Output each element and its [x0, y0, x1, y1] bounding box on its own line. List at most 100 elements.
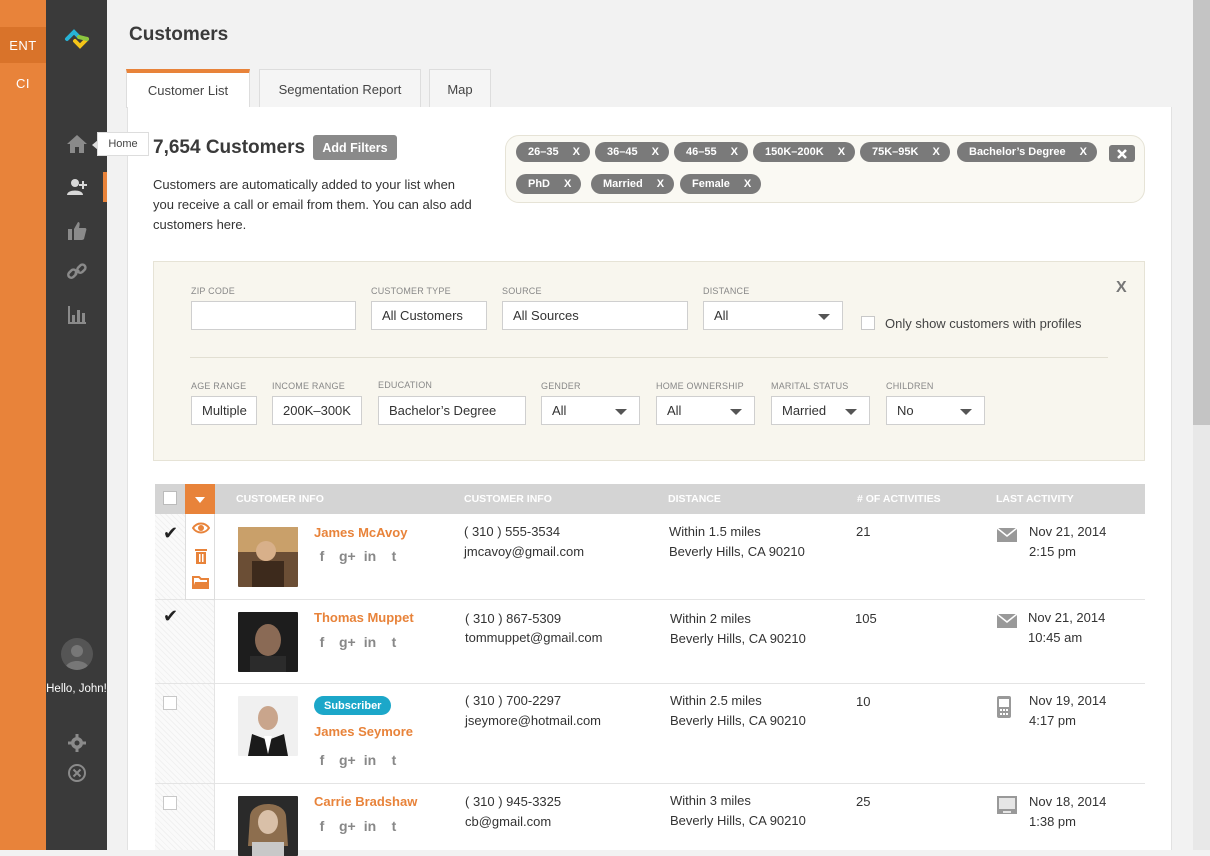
zip-code-label: ZIP CODE — [191, 286, 235, 296]
table-row[interactable]: Carrie Bradshaw f g+ in t ( 310 ) 945-3325 … — [155, 784, 1145, 856]
age-range-select[interactable]: Multiple — [191, 396, 257, 425]
filter-chip[interactable]: Female X — [680, 174, 762, 194]
customers-icon[interactable] — [65, 176, 89, 198]
google-plus-icon[interactable]: g+ — [339, 752, 356, 768]
home-ownership-label: HOME OWNERSHIP — [656, 381, 744, 391]
twitter-icon[interactable]: t — [387, 634, 401, 650]
table-row[interactable]: Subscriber James Seymore f g+ in t ( 310 ) … — [155, 684, 1145, 784]
tab-segmentation-report[interactable]: Segmentation Report — [259, 69, 421, 108]
income-range-select[interactable]: 200K–300K — [272, 396, 362, 425]
tab-map[interactable]: Map — [429, 69, 491, 108]
facebook-icon[interactable]: f — [315, 548, 329, 564]
facebook-icon[interactable]: f — [315, 752, 329, 768]
filter-chip[interactable]: PhD X — [516, 174, 582, 194]
linkedin-icon[interactable]: in — [363, 548, 377, 564]
twitter-icon[interactable]: t — [387, 818, 401, 834]
customer-email[interactable]: cb@gmail.com — [465, 812, 551, 832]
checkmark-icon[interactable]: ✔ — [163, 523, 178, 544]
chip-remove-icon[interactable]: X — [652, 146, 659, 158]
filter-panel: X ZIP CODE CUSTOMER TYPE All Customers S… — [153, 261, 1145, 461]
twitter-icon[interactable]: t — [387, 752, 401, 768]
google-plus-icon[interactable]: g+ — [339, 818, 356, 834]
chip-remove-icon[interactable]: X — [838, 146, 845, 158]
customer-email[interactable]: jmcavoy@gmail.com — [464, 542, 584, 562]
close-filters-button[interactable]: X — [1116, 279, 1127, 297]
column-header[interactable]: CUSTOMER INFO — [464, 493, 552, 505]
filter-chip[interactable]: Married X — [591, 174, 675, 194]
close-circle-icon[interactable] — [65, 762, 89, 784]
children-select[interactable]: No — [886, 396, 985, 425]
add-filters-button[interactable]: Add Filters — [313, 135, 397, 160]
customer-phone: ( 310 ) 555-3534 — [464, 524, 561, 539]
twitter-icon[interactable]: t — [387, 548, 401, 564]
filter-chip[interactable]: 75K–95K X — [860, 142, 950, 162]
customer-type-select[interactable]: All Customers — [371, 301, 487, 330]
rail-item-ci[interactable]: CI — [0, 65, 46, 101]
table-row[interactable]: ✔ Thomas Muppet f g+ in t ( 310 ) 867-5309 … — [155, 600, 1145, 684]
tab-customer-list[interactable]: Customer List — [126, 69, 250, 108]
gender-select[interactable]: All — [541, 396, 640, 425]
facebook-icon[interactable]: f — [315, 634, 329, 650]
logo-icon — [65, 29, 89, 49]
select-all-checkbox[interactable] — [163, 491, 177, 505]
customer-name-link[interactable]: James Seymore — [314, 724, 413, 739]
chip-remove-icon[interactable]: X — [564, 178, 571, 190]
customer-name-link[interactable]: Carrie Bradshaw — [314, 794, 417, 809]
linkedin-icon[interactable]: in — [363, 818, 377, 834]
social-links: f g+ in t — [315, 818, 401, 834]
gear-icon[interactable] — [65, 732, 89, 754]
customer-email[interactable]: jseymore@hotmail.com — [465, 711, 601, 731]
education-select[interactable]: Bachelor’s Degree — [378, 396, 526, 425]
chip-remove-icon[interactable]: X — [573, 146, 580, 158]
marital-status-select[interactable]: Married — [771, 396, 870, 425]
home-ownership-select[interactable]: All — [656, 396, 755, 425]
clear-all-filters-button[interactable] — [1109, 145, 1135, 162]
row-checkbox[interactable] — [163, 796, 177, 810]
rail-item-ent[interactable]: ENT — [0, 27, 46, 63]
chip-remove-icon[interactable]: X — [657, 178, 664, 190]
checkmark-icon[interactable]: ✔ — [163, 606, 178, 627]
linkedin-icon[interactable]: in — [363, 634, 377, 650]
gender-value: All — [552, 403, 567, 418]
google-plus-icon[interactable]: g+ — [339, 548, 356, 564]
google-plus-icon[interactable]: g+ — [339, 634, 356, 650]
chip-remove-icon[interactable]: X — [932, 146, 939, 158]
bulk-actions-dropdown[interactable] — [185, 484, 215, 514]
folder-icon[interactable] — [192, 574, 210, 590]
filter-chip[interactable]: 150K–200K X — [753, 142, 856, 162]
row-checkbox[interactable] — [163, 696, 177, 710]
home-icon[interactable] — [65, 133, 89, 155]
greeting-text: Hello, John! — [46, 683, 107, 695]
customer-email[interactable]: tommuppet@gmail.com — [465, 628, 602, 648]
source-select[interactable]: All Sources — [502, 301, 688, 330]
chip-remove-icon[interactable]: X — [744, 178, 751, 190]
filter-chip[interactable]: Bachelor’s Degree X — [957, 142, 1097, 162]
filter-chip[interactable]: 26–35 X — [516, 142, 590, 162]
zip-code-input[interactable] — [191, 301, 356, 330]
row-actions-menu — [185, 514, 215, 600]
link-icon[interactable] — [65, 261, 89, 283]
bar-chart-icon[interactable] — [65, 304, 89, 326]
scrollbar-thumb[interactable] — [1193, 0, 1210, 425]
distance-select[interactable]: All — [703, 301, 843, 330]
linkedin-icon[interactable]: in — [363, 752, 377, 768]
column-header[interactable]: LAST ACTIVITY — [996, 493, 1074, 505]
facebook-icon[interactable]: f — [315, 818, 329, 834]
chip-remove-icon[interactable]: X — [1080, 146, 1087, 158]
page-scrollbar[interactable] — [1193, 0, 1210, 850]
user-avatar[interactable] — [61, 638, 93, 670]
chip-remove-icon[interactable]: X — [731, 146, 738, 158]
column-header[interactable]: # OF ACTIVITIES — [857, 493, 941, 505]
eye-icon[interactable] — [192, 520, 210, 536]
column-header[interactable]: CUSTOMER INFO — [236, 493, 324, 505]
filter-chip[interactable]: 46–55 X — [674, 142, 748, 162]
customer-name-link[interactable]: Thomas Muppet — [314, 610, 414, 625]
web-icon — [997, 796, 1017, 814]
column-header[interactable]: DISTANCE — [668, 493, 721, 505]
thumbs-up-icon[interactable] — [65, 220, 89, 242]
customer-name-link[interactable]: James McAvoy — [314, 525, 407, 540]
filter-chip[interactable]: 36–45 X — [595, 142, 669, 162]
profiles-only-checkbox[interactable] — [861, 316, 875, 330]
table-row[interactable]: ✔ James McAvoy f g+ in t ( 310 ) 555-3534 j… — [155, 514, 1145, 600]
trash-icon[interactable] — [192, 548, 210, 564]
